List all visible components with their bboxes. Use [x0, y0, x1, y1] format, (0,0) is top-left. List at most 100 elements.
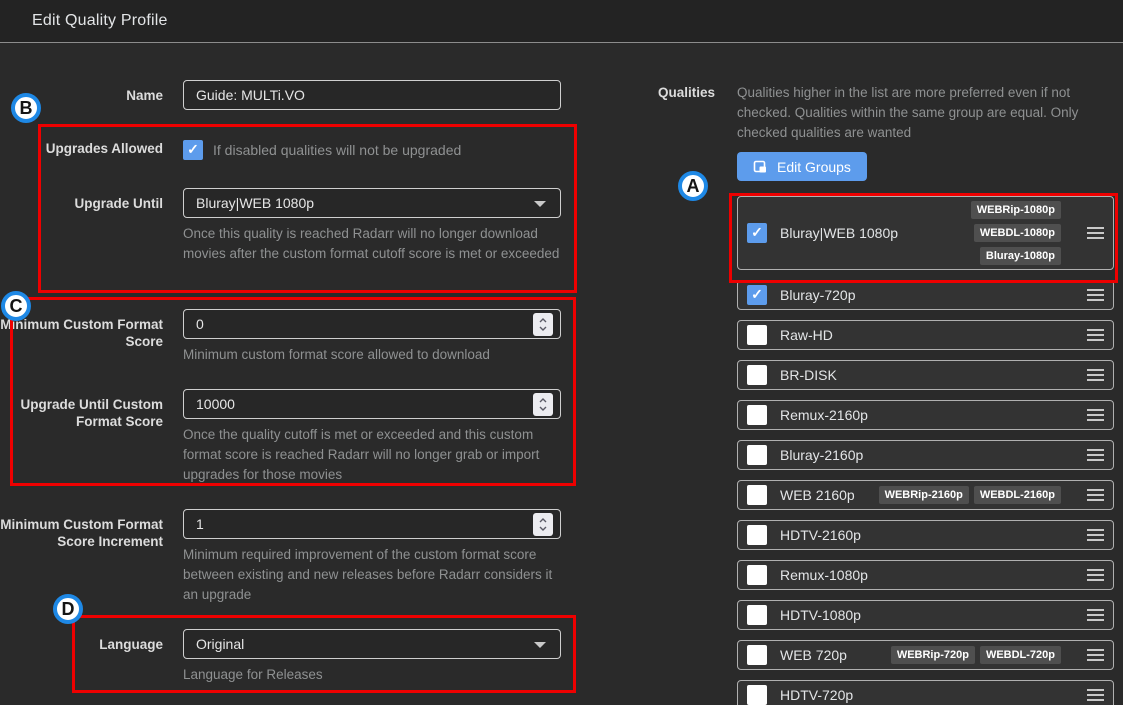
language-label: Language [99, 637, 163, 652]
upgrades-allowed-checkbox[interactable]: ✓ [183, 140, 203, 160]
drag-handle-icon[interactable] [1087, 529, 1104, 541]
quality-name: Remux-2160p [780, 407, 868, 423]
min-format-score-label: Minimum Custom Format Score [0, 317, 163, 349]
upgrade-until-label: Upgrade Until [74, 196, 163, 211]
quality-checkbox[interactable] [747, 645, 767, 665]
drag-handle-icon[interactable] [1087, 689, 1104, 701]
quality-badge: WEBRip-2160p [878, 486, 969, 504]
quality-badge: WEBDL-720p [979, 646, 1061, 664]
quality-name: HDTV-1080p [780, 607, 861, 623]
name-label: Name [126, 88, 163, 103]
edit-groups-button[interactable]: Edit Groups [737, 152, 867, 181]
quality-checkbox[interactable] [747, 325, 767, 345]
quality-list-item[interactable]: HDTV-2160p [737, 520, 1114, 550]
quality-name: Bluray-720p [780, 287, 856, 303]
quality-list-item[interactable]: ✓ Bluray|WEB 1080p WEBRip-1080p WEBDL-108… [737, 196, 1114, 270]
quality-name: Bluray-2160p [780, 447, 864, 463]
min-format-score-input[interactable]: 0 [183, 309, 561, 339]
quality-badge: WEBRip-1080p [970, 201, 1061, 219]
drag-handle-icon[interactable] [1087, 649, 1104, 661]
stepper-arrows-icon [539, 518, 547, 531]
edit-groups-icon [753, 160, 766, 172]
drag-handle-icon[interactable] [1087, 609, 1104, 621]
chevron-down-icon [534, 642, 546, 648]
quality-list-item[interactable]: WEB 720p WEBRip-720p WEBDL-720p [737, 640, 1114, 670]
number-stepper[interactable] [533, 313, 553, 336]
upgrade-until-help: Once this quality is reached Radarr will… [183, 226, 560, 261]
drag-handle-icon[interactable] [1087, 569, 1104, 581]
min-format-score-increment-help: Minimum required improvement of the cust… [183, 547, 553, 602]
drag-handle-icon[interactable] [1087, 289, 1104, 301]
quality-badges: WEBRip-1080p WEBDL-1080p Bluray-1080p [911, 201, 1061, 265]
language-select[interactable]: Original [183, 629, 561, 659]
quality-name: BR-DISK [780, 367, 837, 383]
language-help: Language for Releases [183, 667, 323, 682]
quality-checkbox[interactable] [747, 405, 767, 425]
name-input[interactable] [183, 80, 561, 110]
upgrade-until-format-score-value: 10000 [196, 396, 235, 412]
quality-list-item[interactable]: Remux-1080p [737, 560, 1114, 590]
number-stepper[interactable] [533, 513, 553, 536]
page-title: Edit Quality Profile [32, 12, 168, 29]
min-format-score-help: Minimum custom format score allowed to d… [183, 347, 490, 362]
quality-badges: WEBRip-720p WEBDL-720p [890, 646, 1061, 664]
annotation-letter-a: A [678, 171, 708, 201]
edit-groups-button-label: Edit Groups [777, 158, 851, 175]
drag-handle-icon[interactable] [1087, 227, 1104, 239]
number-stepper[interactable] [533, 393, 553, 416]
quality-checkbox[interactable]: ✓ [747, 223, 767, 243]
min-format-score-increment-input[interactable]: 1 [183, 509, 561, 539]
quality-badge: WEBDL-2160p [973, 486, 1061, 504]
quality-list-item[interactable]: HDTV-720p [737, 680, 1114, 705]
quality-name: WEB 720p [780, 647, 847, 663]
quality-list-item[interactable]: Raw-HD [737, 320, 1114, 350]
quality-checkbox[interactable] [747, 485, 767, 505]
drag-handle-icon[interactable] [1087, 489, 1104, 501]
min-format-score-increment-value: 1 [196, 516, 204, 532]
quality-checkbox[interactable] [747, 685, 767, 705]
quality-badge: Bluray-1080p [979, 247, 1061, 265]
upgrade-until-format-score-input[interactable]: 10000 [183, 389, 561, 419]
quality-checkbox[interactable] [747, 365, 767, 385]
stepper-arrows-icon [539, 398, 547, 411]
drag-handle-icon[interactable] [1087, 449, 1104, 461]
quality-badge: WEBDL-1080p [973, 224, 1061, 242]
quality-name: HDTV-2160p [780, 527, 861, 543]
quality-list-item[interactable]: WEB 2160p WEBRip-2160p WEBDL-2160p [737, 480, 1114, 510]
quality-badge: WEBRip-720p [890, 646, 975, 664]
min-format-score-value: 0 [196, 316, 204, 332]
min-format-score-increment-label: Minimum Custom Format Score Increment [0, 517, 163, 549]
upgrades-allowed-label: Upgrades Allowed [45, 141, 163, 156]
quality-name: Raw-HD [780, 327, 833, 343]
qualities-help: Qualities higher in the list are more pr… [737, 85, 1079, 140]
upgrades-allowed-help: If disabled qualities will not be upgrad… [213, 142, 462, 158]
modal-header: Edit Quality Profile [0, 0, 1123, 43]
quality-name: HDTV-720p [780, 687, 854, 703]
drag-handle-icon[interactable] [1086, 329, 1104, 341]
stepper-arrows-icon [539, 318, 547, 331]
edit-quality-profile-modal: Edit Quality Profile Name Upgrades Allow… [0, 0, 1123, 705]
upgrade-until-select[interactable]: Bluray|WEB 1080p [183, 188, 561, 218]
quality-list-item[interactable]: Remux-2160p [737, 400, 1114, 430]
quality-name: WEB 2160p [780, 487, 855, 503]
upgrade-until-format-score-label: Upgrade Until Custom Format Score [20, 397, 163, 429]
quality-list-item[interactable]: BR-DISK [737, 360, 1114, 390]
check-icon: ✓ [751, 223, 763, 240]
check-icon: ✓ [751, 285, 763, 302]
quality-checkbox[interactable] [747, 605, 767, 625]
quality-checkbox[interactable] [747, 565, 767, 585]
quality-list-item[interactable]: ✓ Bluray-720p [737, 280, 1114, 310]
quality-checkbox[interactable] [747, 525, 767, 545]
quality-list-item[interactable]: HDTV-1080p [737, 600, 1114, 630]
quality-checkbox[interactable] [747, 445, 767, 465]
language-value: Original [196, 636, 245, 652]
upgrade-until-value: Bluray|WEB 1080p [196, 195, 315, 211]
upgrade-until-format-score-help: Once the quality cutoff is met or exceed… [183, 427, 540, 482]
qualities-label: Qualities [657, 85, 715, 100]
quality-name: Remux-1080p [780, 567, 868, 583]
drag-handle-icon[interactable] [1086, 369, 1104, 381]
quality-checkbox[interactable]: ✓ [747, 285, 767, 305]
chevron-down-icon [534, 201, 546, 207]
quality-list-item[interactable]: Bluray-2160p [737, 440, 1114, 470]
drag-handle-icon[interactable] [1087, 409, 1104, 421]
